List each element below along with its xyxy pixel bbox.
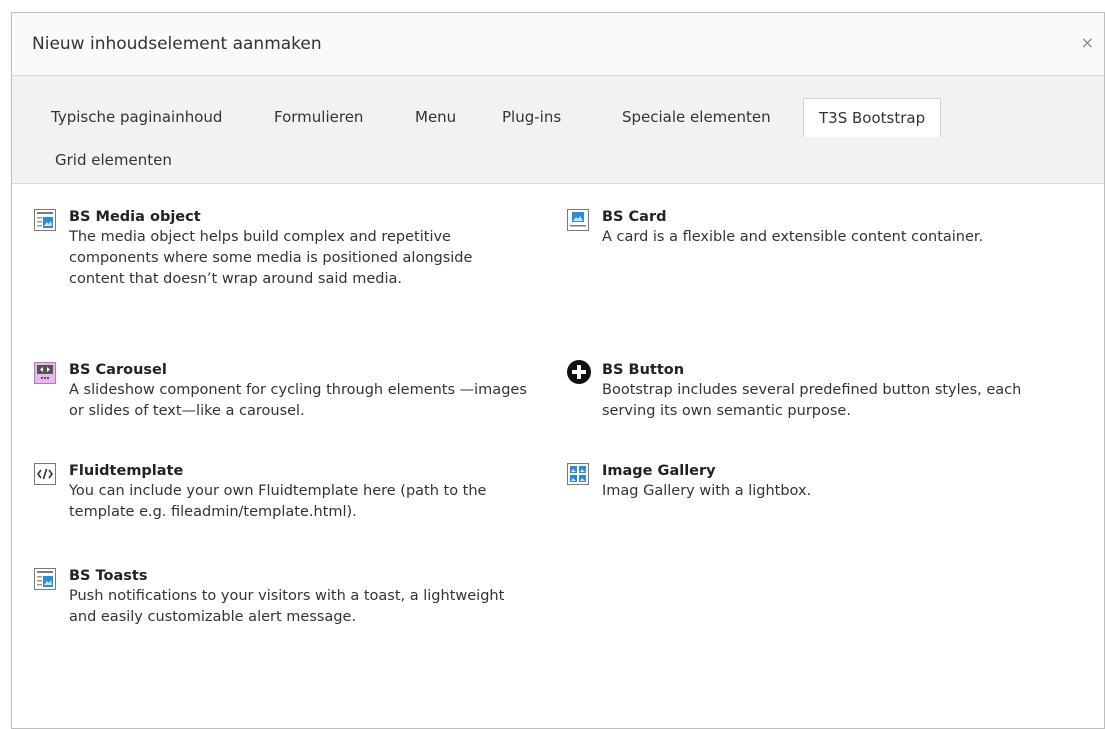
item-title: Fluidtemplate — [69, 463, 184, 479]
tab-typische-paginainhoud[interactable]: Typische paginainhoud — [51, 108, 222, 126]
tab-plug-ins[interactable]: Plug-ins — [502, 108, 561, 126]
tab-grid-elementen[interactable]: Grid elementen — [55, 151, 172, 169]
tab-bar: Typische paginainhoud Formulieren Menu P… — [12, 76, 1104, 184]
content-element-bs-button[interactable]: BS Button Bootstrap includes several pre… — [567, 360, 1072, 422]
carousel-icon — [34, 362, 56, 384]
tab-formulieren[interactable]: Formulieren — [274, 108, 363, 126]
modal-header: Nieuw inhoudselement aanmaken × — [12, 13, 1104, 76]
tab-menu[interactable]: Menu — [415, 108, 456, 126]
code-icon — [34, 463, 56, 485]
button-plus-icon — [567, 360, 591, 384]
item-description: A slideshow component for cycling throug… — [69, 382, 527, 419]
content-element-image-gallery[interactable]: Image Gallery Imag Gallery with a lightb… — [567, 461, 1072, 502]
card-icon — [567, 209, 589, 231]
content-element-fluidtemplate[interactable]: Fluidtemplate You can include your own F… — [34, 461, 539, 523]
item-description: Bootstrap includes several predefined bu… — [602, 382, 1022, 419]
item-title: BS Toasts — [69, 568, 148, 584]
new-content-element-modal: Nieuw inhoudselement aanmaken × Typische… — [11, 12, 1105, 729]
item-title: BS Button — [602, 362, 685, 378]
toasts-icon — [34, 568, 56, 590]
item-title: Image Gallery — [602, 463, 716, 479]
item-title: BS Card — [602, 209, 667, 225]
item-title: BS Media object — [69, 209, 201, 225]
item-description: The media object helps build complex and… — [69, 229, 473, 287]
tab-speciale-elementen[interactable]: Speciale elementen — [622, 108, 771, 126]
close-icon[interactable]: × — [1081, 33, 1094, 53]
content-element-bs-carousel[interactable]: BS Carousel A slideshow component for cy… — [34, 360, 539, 422]
item-description: A card is a flexible and extensible cont… — [602, 229, 984, 245]
content-element-bs-card[interactable]: BS Card A card is a flexible and extensi… — [567, 207, 1072, 248]
content-element-bs-toasts[interactable]: BS Toasts Push notifications to your vis… — [34, 566, 539, 628]
tab-t3s-bootstrap[interactable]: T3S Bootstrap — [803, 98, 942, 137]
content-element-bs-media-object[interactable]: BS Media object The media object helps b… — [34, 207, 539, 290]
media-object-icon — [34, 209, 56, 231]
item-description: Imag Gallery with a lightbox. — [602, 483, 812, 499]
modal-title: Nieuw inhoudselement aanmaken — [32, 34, 322, 54]
image-gallery-icon — [567, 463, 589, 485]
item-title: BS Carousel — [69, 362, 167, 378]
item-description: You can include your own Fluidtemplate h… — [69, 483, 487, 520]
content-element-list: BS Media object The media object helps b… — [12, 184, 1104, 729]
item-description: Push notifications to your visitors with… — [69, 588, 505, 625]
